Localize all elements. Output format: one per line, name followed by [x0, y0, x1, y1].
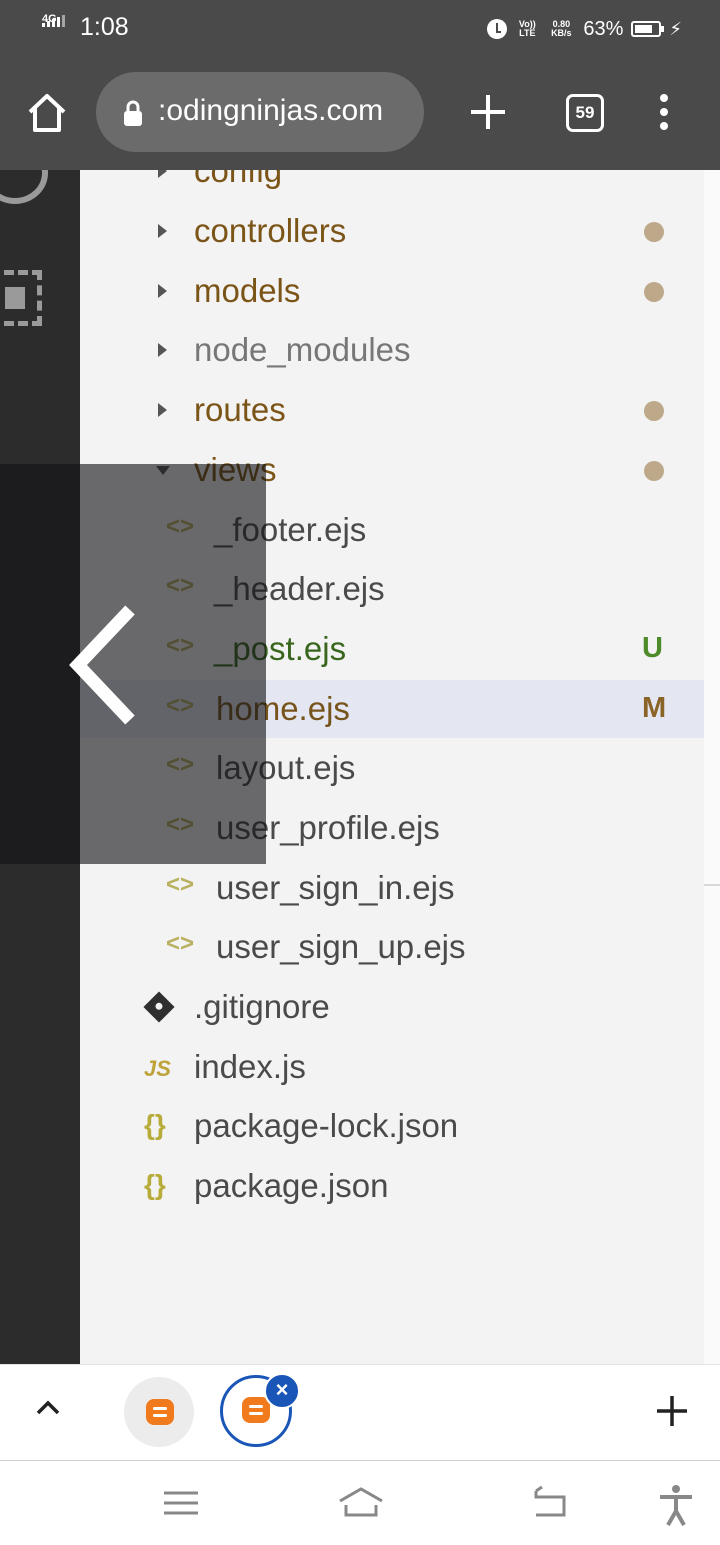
recents-menu-icon[interactable]: [160, 1483, 202, 1523]
battery-percent: 63%: [583, 17, 624, 40]
folder-label: models: [194, 272, 301, 309]
modified-dot-icon: [644, 282, 664, 302]
collapsed-arrow-icon: [158, 284, 167, 298]
file-label: user_sign_in.ejs: [216, 869, 455, 906]
status-bar: 4G 1:08 Vo)) LTE 0.80 KB/s 63% ⚡: [0, 0, 720, 58]
browser-toolbar: :odingninjas.com 59: [0, 58, 720, 170]
tab-strip: ×: [0, 1364, 720, 1461]
scroll-rail: [704, 170, 720, 1364]
site-logo-icon: [146, 1399, 174, 1425]
folder-row-node-modules[interactable]: node_modules: [80, 321, 704, 379]
folder-row-models[interactable]: models: [80, 262, 704, 320]
file-row-index-js[interactable]: JS index.js: [80, 1038, 704, 1096]
accessibility-icon[interactable]: [656, 1483, 696, 1527]
home-icon[interactable]: [22, 88, 72, 138]
divider: [704, 884, 720, 886]
file-row-package-lock[interactable]: {} package-lock.json: [80, 1097, 704, 1155]
close-tab-icon[interactable]: ×: [264, 1373, 300, 1409]
git-status-badge: U: [642, 632, 663, 664]
file-label: .gitignore: [194, 988, 330, 1025]
folder-label: controllers: [194, 212, 347, 249]
page-content: config controllers models node_modules r…: [0, 170, 720, 1364]
url-text: :odingninjas.com: [158, 94, 384, 127]
file-row-package-json[interactable]: {} package.json: [80, 1157, 704, 1215]
chevron-up-icon[interactable]: [34, 1397, 62, 1417]
collapsed-arrow-icon: [158, 170, 167, 178]
extensions-icon[interactable]: [0, 170, 48, 204]
more-menu-icon[interactable]: [650, 94, 678, 134]
net-speed: 0.80 KB/s: [551, 19, 572, 38]
add-tab-button[interactable]: [654, 1393, 690, 1429]
modified-dot-icon: [644, 222, 664, 242]
folder-label: node_modules: [194, 331, 411, 368]
clock: 1:08: [80, 13, 129, 41]
file-label: index.js: [194, 1048, 306, 1085]
file-row-user-sign-in[interactable]: <> user_sign_in.ejs: [80, 859, 704, 917]
file-label: package.json: [194, 1167, 389, 1204]
modified-dot-icon: [644, 461, 664, 481]
json-icon: {}: [144, 1109, 166, 1140]
git-icon: [143, 991, 175, 1023]
home-nav-icon[interactable]: [336, 1483, 386, 1523]
remote-explorer-icon[interactable]: [0, 270, 42, 326]
json-icon: {}: [144, 1169, 166, 1200]
collapsed-arrow-icon: [158, 403, 167, 417]
battery-icon: [631, 21, 665, 37]
folder-label: config: [194, 170, 283, 189]
folder-row-config[interactable]: config: [80, 170, 704, 200]
ejs-file-icon: <>: [166, 930, 195, 957]
folder-row-routes[interactable]: routes: [80, 381, 704, 439]
volte-indicator: Vo)) LTE: [518, 19, 536, 38]
address-bar[interactable]: :odingninjas.com: [96, 72, 424, 152]
tab-switcher-button[interactable]: 59: [566, 94, 604, 132]
js-icon: JS: [144, 1056, 171, 1081]
tab-thumbnail[interactable]: [124, 1377, 194, 1447]
charging-icon: ⚡: [669, 18, 682, 39]
collapsed-arrow-icon: [158, 224, 167, 238]
back-nav-icon[interactable]: [528, 1483, 572, 1523]
file-label: package-lock.json: [194, 1107, 459, 1144]
git-status-badge: M: [642, 692, 667, 724]
folder-label: routes: [194, 391, 286, 428]
site-logo-icon: [242, 1397, 270, 1423]
ejs-file-icon: <>: [166, 871, 195, 898]
file-row-user-sign-up[interactable]: <> user_sign_up.ejs: [80, 918, 704, 976]
folder-row-controllers[interactable]: controllers: [80, 202, 704, 260]
lock-icon: [124, 100, 142, 126]
file-label: user_sign_up.ejs: [216, 928, 466, 965]
back-arrow-icon[interactable]: [60, 600, 150, 730]
collapsed-arrow-icon: [158, 343, 167, 357]
system-nav-bar: [0, 1460, 720, 1545]
alarm-icon: [487, 19, 508, 39]
new-tab-button[interactable]: [466, 90, 510, 134]
file-row-gitignore[interactable]: .gitignore: [80, 978, 704, 1036]
modified-dot-icon: [644, 401, 664, 421]
